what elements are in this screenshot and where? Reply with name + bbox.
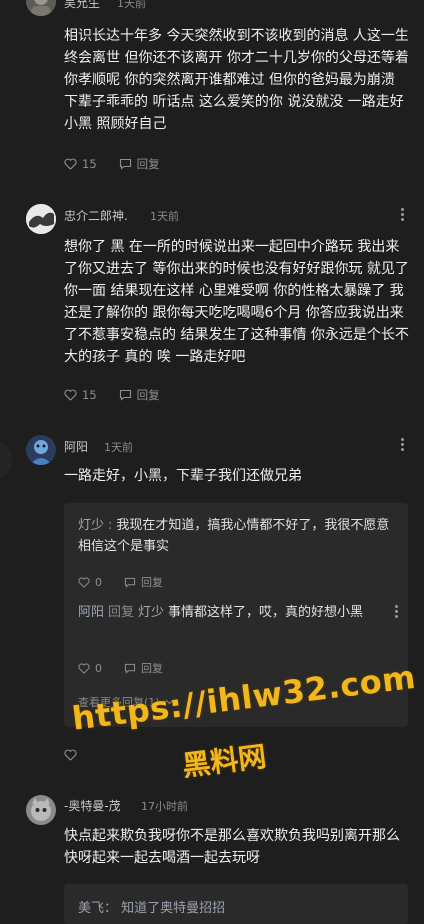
heart-icon: [78, 577, 90, 588]
watermark-brand: 黑料网: [180, 739, 269, 783]
heart-icon: [64, 158, 77, 170]
comment-author[interactable]: -奥特曼-茂: [64, 797, 121, 814]
reply-author[interactable]: 阿阳: [78, 605, 104, 620]
like-button[interactable]: [64, 749, 77, 761]
comment-actions: 15 回复: [64, 156, 182, 172]
replies-panel: 美飞： 知道了奥特曼招招: [64, 884, 408, 924]
reply-text: 我现在才知道，搞我心情都不好了，我很不愿意相信这个是事实: [78, 518, 390, 554]
heart-icon: [64, 389, 77, 401]
more-options-button[interactable]: [392, 206, 412, 226]
comment-bubble-icon: [124, 577, 136, 588]
avatar[interactable]: [26, 204, 56, 234]
like-button[interactable]: 15: [64, 157, 97, 171]
like-button[interactable]: 0: [78, 576, 102, 589]
avatar[interactable]: [26, 0, 56, 16]
comment-author[interactable]: 阿阳: [64, 438, 88, 455]
reply-button[interactable]: 回复: [119, 156, 160, 172]
reply-button[interactable]: 回复: [124, 574, 163, 590]
reply-label: 回复: [136, 157, 160, 171]
like-count: 0: [95, 575, 102, 589]
comment-bubble-icon: [119, 158, 131, 170]
avatar-image-icon: [26, 435, 56, 465]
avatar-image-icon: [26, 204, 56, 234]
comment-time: 17小时前: [141, 800, 188, 813]
comment-bubble-icon: [124, 663, 136, 674]
reply-button[interactable]: 回复: [124, 660, 163, 676]
comment-actions: [64, 747, 99, 763]
like-count: 15: [82, 157, 97, 171]
comment-actions: 15 回复: [64, 387, 182, 403]
comment-time: 1天前: [150, 210, 179, 223]
reply-label: 回复: [141, 576, 163, 589]
comment-text: 想你了 黑 在一所的时候说出来一起回中介路玩 我出来了你又进去了 等你出来的时候…: [64, 239, 409, 365]
reply-author[interactable]: 灯少: [78, 518, 104, 533]
avatar-image-icon: [26, 0, 56, 16]
comment-bubble-icon: [119, 389, 131, 401]
reply-actions: 0 回复: [78, 660, 185, 676]
heart-icon: [64, 749, 77, 761]
reply-word: 回复: [108, 605, 135, 620]
like-count: 0: [95, 661, 102, 675]
more-options-button[interactable]: [392, 436, 412, 456]
comment-author[interactable]: 忠介二郎神.: [64, 207, 128, 224]
comment-time: 1天前: [104, 441, 133, 454]
heart-icon: [78, 663, 90, 674]
reply-actions: 0 回复: [78, 574, 185, 590]
reply-label: 回复: [136, 388, 160, 402]
avatar[interactable]: [26, 435, 56, 465]
reply-label: 回复: [141, 662, 163, 675]
avatar[interactable]: [26, 795, 56, 825]
reply-item: 灯少: 我现在才知道，搞我心情都不好了，我很不愿意相信这个是事实: [78, 518, 390, 554]
comment-text: 相识长达十年多 今天突然收到不该收到的消息 人这一生终会离世 但你还不该离开 你…: [64, 28, 409, 132]
comment-text: 快点起来欺负我呀你不是那么喜欢欺负我吗别离开那么快呀起来一起去喝酒一起去玩呀: [64, 828, 400, 866]
like-button[interactable]: 0: [78, 662, 102, 675]
comment-author[interactable]: 吴允生: [64, 0, 100, 11]
reply-text: 事情都这样了，哎，真的好想小黑: [168, 605, 364, 620]
reply-target[interactable]: 灯少: [138, 605, 164, 620]
like-count: 15: [82, 388, 97, 402]
reply-item: 阿阳 回复 灯少 事情都这样了，哎，真的好想小黑: [78, 602, 396, 623]
reply-button[interactable]: 回复: [119, 387, 160, 403]
like-button[interactable]: 15: [64, 388, 97, 402]
comment-time: 1天前: [117, 0, 146, 10]
side-handle: [0, 442, 12, 478]
comment-text: 一路走好，小黑，下辈子我们还做兄弟: [64, 468, 302, 484]
avatar-image-icon: [26, 795, 56, 825]
